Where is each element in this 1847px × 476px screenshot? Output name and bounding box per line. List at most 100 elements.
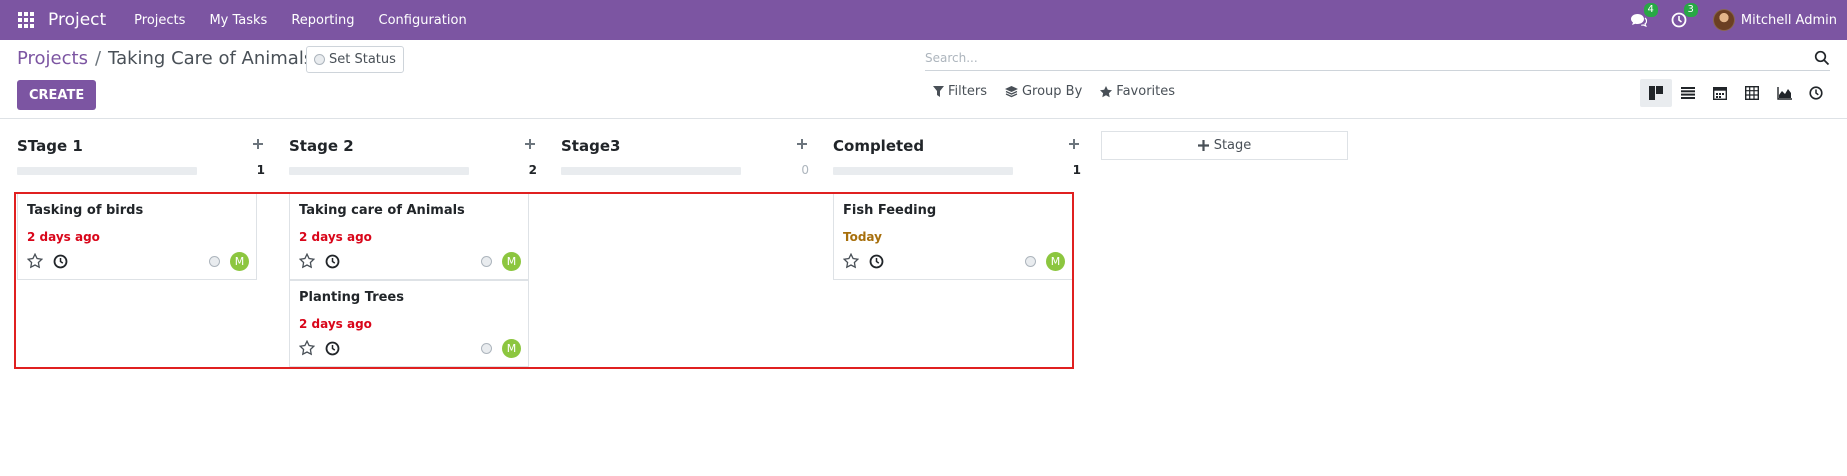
systray: 4 3 Mitchell Admin — [1619, 3, 1837, 31]
column-count: 1 — [256, 163, 265, 177]
menu-reporting[interactable]: Reporting — [291, 13, 354, 28]
set-status-label: Set Status — [329, 52, 396, 67]
calendar-view-icon — [1713, 87, 1727, 100]
breadcrumb-separator: / — [94, 48, 102, 69]
activity-view-icon — [1809, 86, 1823, 100]
star-icon[interactable] — [843, 253, 859, 269]
pivot-view-button[interactable] — [1736, 79, 1768, 107]
calendar-view-button[interactable] — [1704, 79, 1736, 107]
graph-view-button[interactable] — [1768, 79, 1800, 107]
column-progress-bar[interactable] — [833, 167, 1013, 175]
top-navbar: Project Projects My Tasks Reporting Conf… — [0, 0, 1847, 40]
card-footer: M — [299, 339, 521, 358]
task-title[interactable]: Taking care of Animals — [299, 203, 465, 218]
plus-icon[interactable] — [251, 137, 265, 151]
plus-icon[interactable] — [795, 137, 809, 151]
column-count: 0 — [801, 163, 809, 177]
add-stage-label: Stage — [1213, 138, 1252, 153]
task-deadline: 2 days ago — [27, 230, 100, 244]
star-icon[interactable] — [299, 340, 315, 356]
assignee-avatar[interactable]: M — [230, 252, 249, 271]
plus-icon — [1197, 140, 1209, 151]
filters-label: Filters — [948, 84, 987, 99]
card-footer: M — [299, 252, 521, 271]
kanban-board: STage 1 1 Tasking of birds 2 days ago M … — [0, 120, 1847, 476]
task-deadline: 2 days ago — [299, 230, 372, 244]
column-title[interactable]: Completed — [833, 137, 924, 155]
task-deadline: Today — [843, 230, 882, 244]
favorites-button[interactable]: Favorites — [1100, 84, 1175, 99]
list-view-button[interactable] — [1672, 79, 1704, 107]
column-title[interactable]: STage 1 — [17, 137, 83, 155]
task-title[interactable]: Fish Feeding — [843, 203, 936, 218]
page-title: Taking Care of Animals — [108, 48, 314, 69]
column-header: Completed — [833, 136, 1081, 156]
column-progress-bar[interactable] — [17, 167, 197, 175]
menu-configuration[interactable]: Configuration — [379, 13, 467, 28]
task-card[interactable]: Taking care of Animals 2 days ago M — [289, 193, 529, 280]
messages-icon[interactable]: 4 — [1629, 3, 1658, 30]
assignee-avatar[interactable]: M — [502, 339, 521, 358]
group-by-button[interactable]: Group By — [1004, 84, 1082, 99]
search-options: Filters Group By Favorites — [933, 84, 1193, 99]
kanban-state-dot[interactable] — [1025, 256, 1036, 267]
add-stage-button[interactable]: Stage — [1101, 131, 1348, 160]
task-card[interactable]: Fish Feeding Today M — [833, 193, 1073, 280]
task-title[interactable]: Planting Trees — [299, 290, 404, 305]
view-switcher — [1640, 79, 1832, 107]
search-icon[interactable] — [1814, 50, 1830, 66]
clock-icon[interactable] — [325, 254, 340, 269]
user-menu[interactable]: Mitchell Admin — [1712, 9, 1837, 31]
column-count: 1 — [1072, 163, 1081, 177]
column-count: 2 — [528, 163, 537, 177]
list-view-icon — [1681, 87, 1695, 99]
column-progress-bar[interactable] — [561, 167, 741, 175]
messages-badge: 4 — [1643, 3, 1658, 17]
apps-menu-icon[interactable] — [18, 12, 34, 28]
plus-icon[interactable] — [1067, 137, 1081, 151]
kanban-state-dot[interactable] — [481, 343, 492, 354]
clock-icon[interactable] — [53, 254, 68, 269]
filter-icon — [933, 85, 944, 97]
star-icon[interactable] — [299, 253, 315, 269]
column-header: STage 1 — [17, 136, 265, 156]
favorites-label: Favorites — [1116, 84, 1176, 99]
activity-view-button[interactable] — [1800, 79, 1832, 107]
kanban-view-icon — [1649, 86, 1663, 100]
activities-badge: 3 — [1683, 3, 1698, 17]
filters-button[interactable]: Filters — [933, 84, 987, 99]
breadcrumb-projects-link[interactable]: Projects — [17, 48, 88, 69]
kanban-view-button[interactable] — [1640, 79, 1672, 107]
task-card[interactable]: Tasking of birds 2 days ago M — [17, 193, 257, 280]
menu-projects[interactable]: Projects — [134, 13, 185, 28]
kanban-state-dot[interactable] — [481, 256, 492, 267]
card-footer: M — [27, 252, 249, 271]
status-dot-icon — [314, 54, 325, 65]
column-header: Stage3 — [561, 136, 809, 156]
app-brand[interactable]: Project — [48, 10, 106, 30]
search-input[interactable] — [925, 51, 1814, 65]
menu-my-tasks[interactable]: My Tasks — [209, 13, 267, 28]
graph-view-icon — [1776, 86, 1792, 100]
user-avatar — [1712, 9, 1735, 31]
user-name: Mitchell Admin — [1740, 12, 1837, 28]
task-title[interactable]: Tasking of birds — [27, 203, 143, 218]
set-status-button[interactable]: Set Status — [306, 46, 404, 73]
kanban-state-dot[interactable] — [209, 256, 220, 267]
card-footer: M — [843, 252, 1065, 271]
plus-icon[interactable] — [523, 137, 537, 151]
clock-icon[interactable] — [325, 341, 340, 356]
task-card[interactable]: Planting Trees 2 days ago M — [289, 280, 529, 367]
assignee-avatar[interactable]: M — [1046, 252, 1065, 271]
star-filled-icon — [1100, 85, 1113, 97]
assignee-avatar[interactable]: M — [502, 252, 521, 271]
create-button[interactable]: CREATE — [17, 80, 97, 110]
star-icon[interactable] — [27, 253, 43, 269]
column-title[interactable]: Stage 2 — [289, 137, 354, 155]
clock-icon[interactable] — [869, 254, 884, 269]
column-progress-bar[interactable] — [289, 167, 469, 175]
pivot-view-icon — [1745, 86, 1759, 100]
column-title[interactable]: Stage3 — [561, 137, 620, 155]
control-panel: Projects / Taking Care of Animals Set St… — [0, 40, 1847, 119]
activities-icon[interactable]: 3 — [1669, 3, 1698, 30]
